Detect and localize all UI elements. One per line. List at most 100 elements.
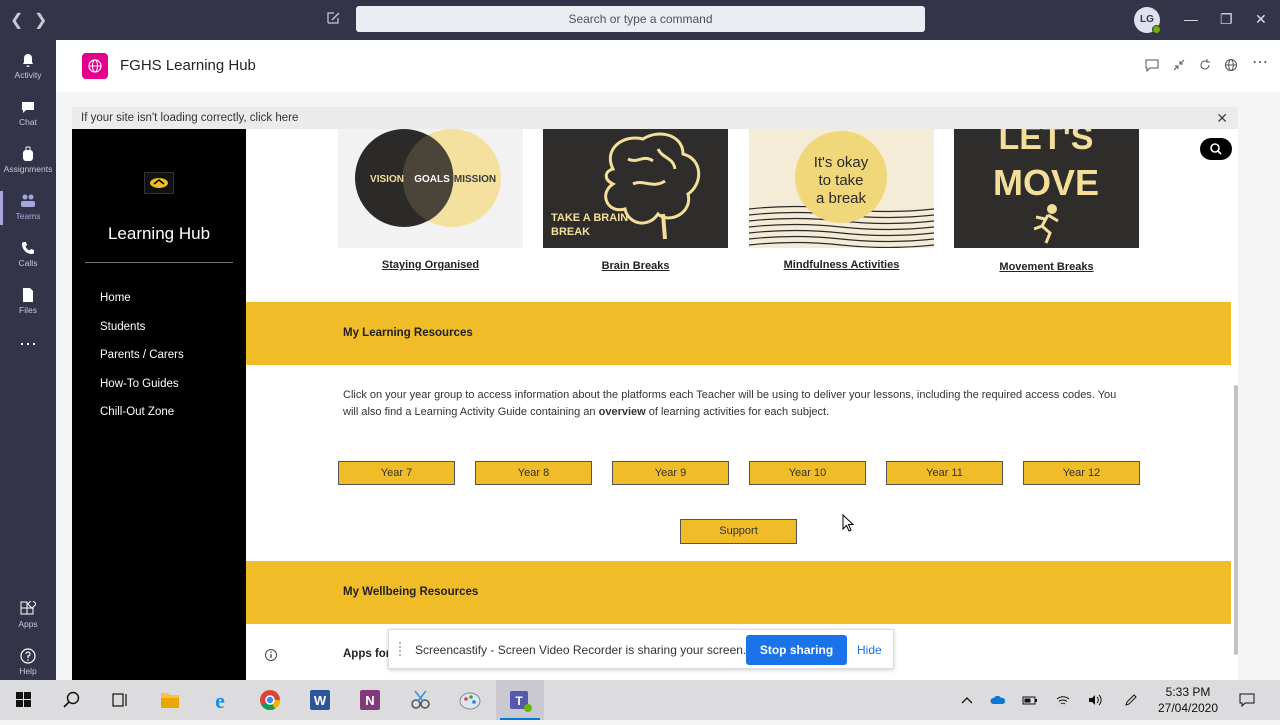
rail-item-calls[interactable]: Calls (0, 232, 56, 278)
intro-text-2: of learning activities for each subject. (645, 406, 830, 418)
task-view-icon[interactable] (96, 680, 144, 720)
nav-parents-carers[interactable]: Parents / Carers (100, 349, 184, 361)
runner-icon (1033, 204, 1059, 244)
nav-how-to-guides[interactable]: How-To Guides (100, 378, 179, 390)
maximize-icon[interactable]: ❐ (1220, 11, 1233, 28)
rail-label: Activity (14, 70, 42, 80)
rail-item-teams[interactable]: Teams (0, 185, 56, 231)
year-7-button[interactable]: Year 7 (338, 461, 455, 485)
tile-caption-mindfulness[interactable]: Mindfulness Activities (749, 259, 934, 271)
windows-start-icon[interactable] (0, 680, 48, 720)
svg-text:W: W (314, 693, 327, 708)
tile-movement-breaks[interactable]: LET'S MOVE (954, 129, 1139, 248)
brain-art-line-1: TAKE A BRAIN (551, 212, 628, 224)
rail-label: Calls (18, 258, 38, 268)
year-10-button[interactable]: Year 10 (749, 461, 866, 485)
movement-art-line-1: LET'S (999, 129, 1094, 157)
info-icon[interactable] (264, 648, 278, 662)
battery-icon[interactable] (1022, 693, 1038, 707)
compose-icon[interactable] (325, 10, 341, 26)
scrollbar[interactable] (1233, 130, 1240, 678)
apps-heading: Apps for (343, 648, 391, 660)
collapse-icon[interactable] (1172, 58, 1186, 72)
tile-caption-staying-organised[interactable]: Staying Organised (338, 259, 523, 271)
rail-label: Teams (15, 211, 41, 221)
onenote-icon[interactable]: N (346, 680, 394, 720)
forward-arrow-icon[interactable]: ❯ (34, 10, 47, 30)
site-sidebar: Learning Hub Home Students Parents / Car… (72, 129, 246, 680)
school-logo[interactable] (144, 172, 174, 194)
rail-label: Files (19, 305, 37, 315)
stop-sharing-button[interactable]: Stop sharing (746, 635, 847, 665)
snipping-tool-icon[interactable] (396, 680, 444, 720)
reload-icon[interactable] (1198, 58, 1212, 72)
tile-brain-breaks[interactable]: TAKE A BRAIN BREAK (543, 129, 728, 248)
more-apps-icon[interactable]: ⋯ (0, 330, 56, 376)
rail-item-assignments[interactable]: Assignments (0, 138, 56, 184)
tile-caption-movement-breaks[interactable]: Movement Breaks (954, 261, 1139, 273)
learning-intro: Click on your year group to access infor… (343, 387, 1123, 421)
more-options-icon[interactable]: ⋯ (1252, 52, 1268, 71)
chrome-icon[interactable] (246, 680, 294, 720)
taskbar: e W N T 5:33 PM 27/04/2020 (0, 680, 1280, 720)
search-taskbar-icon[interactable] (48, 680, 96, 720)
word-icon[interactable]: W (296, 680, 344, 720)
globe-app-icon (82, 53, 108, 79)
web-icon[interactable] (1224, 58, 1238, 72)
tile-caption-brain-breaks[interactable]: Brain Breaks (543, 260, 728, 272)
tile-mindfulness[interactable]: It's okay to take a break (748, 129, 935, 249)
notice-text: If your site isn't loading correctly, cl… (81, 112, 299, 124)
nav-chill-out-zone[interactable]: Chill-Out Zone (100, 406, 174, 418)
rail-item-chat[interactable]: Chat (0, 91, 56, 137)
year-9-button[interactable]: Year 9 (612, 461, 729, 485)
file-explorer-icon[interactable] (146, 680, 194, 720)
clock-time: 5:33 PM (1165, 685, 1211, 699)
close-icon[interactable]: ✕ (1216, 107, 1228, 129)
wifi-icon[interactable] (1055, 693, 1071, 707)
internet-explorer-icon[interactable]: e (196, 680, 244, 720)
rail-item-files[interactable]: Files (0, 279, 56, 325)
nav-students[interactable]: Students (100, 321, 145, 333)
venn-right-label: MISSION (454, 174, 496, 185)
content-area: FGHS Learning Hub ⋯ If your site isn't l… (56, 40, 1280, 680)
svg-text:e: e (215, 688, 225, 713)
learning-resources-title: My Learning Resources (343, 327, 473, 339)
screen-share-bar: Screencastify - Screen Video Recorder is… (388, 629, 894, 669)
notifications-icon[interactable] (1239, 693, 1255, 707)
teams-taskbar-icon[interactable]: T (496, 680, 544, 720)
rail-label: Apps (18, 619, 38, 629)
clock[interactable]: 5:33 PM 27/04/2020 (1152, 684, 1224, 716)
drag-handle-icon[interactable] (399, 642, 405, 656)
support-button[interactable]: Support (680, 519, 797, 544)
paint-icon[interactable] (446, 680, 494, 720)
avatar[interactable]: LG (1134, 7, 1161, 34)
scrollbar-thumb[interactable] (1234, 385, 1238, 655)
year-11-button[interactable]: Year 11 (886, 461, 1003, 485)
rail-item-activity[interactable]: Activity (0, 44, 56, 90)
hide-button[interactable]: Hide (857, 643, 882, 657)
onedrive-icon[interactable] (990, 693, 1006, 707)
search-button[interactable] (1200, 138, 1232, 160)
close-window-icon[interactable]: ✕ (1255, 11, 1267, 28)
rail-item-apps[interactable]: Apps (0, 593, 56, 639)
year-12-button[interactable]: Year 12 (1023, 461, 1140, 485)
bell-icon (23, 54, 33, 67)
help-icon (20, 648, 36, 664)
apps-icon (20, 601, 36, 615)
pen-icon[interactable] (1123, 693, 1139, 707)
learning-resources-band: My Learning Resources (246, 302, 1231, 365)
chevron-up-icon[interactable] (959, 693, 975, 707)
volume-icon[interactable] (1087, 693, 1103, 707)
search-input[interactable]: Search or type a command (356, 6, 925, 32)
phone-icon (22, 242, 34, 254)
site-loading-notice[interactable]: If your site isn't loading correctly, cl… (72, 107, 1238, 129)
year-8-button[interactable]: Year 8 (475, 461, 592, 485)
back-arrow-icon[interactable]: ❮ (10, 10, 23, 30)
nav-home[interactable]: Home (100, 292, 131, 304)
site-main: VISION GOALS MISSION Staying Organised T… (246, 129, 1231, 680)
conversation-icon[interactable] (1145, 58, 1159, 72)
minimize-icon[interactable]: — (1184, 11, 1198, 27)
svg-text:N: N (365, 693, 374, 708)
tile-staying-organised[interactable]: VISION GOALS MISSION (338, 129, 523, 248)
venn-left-label: VISION (370, 174, 404, 185)
